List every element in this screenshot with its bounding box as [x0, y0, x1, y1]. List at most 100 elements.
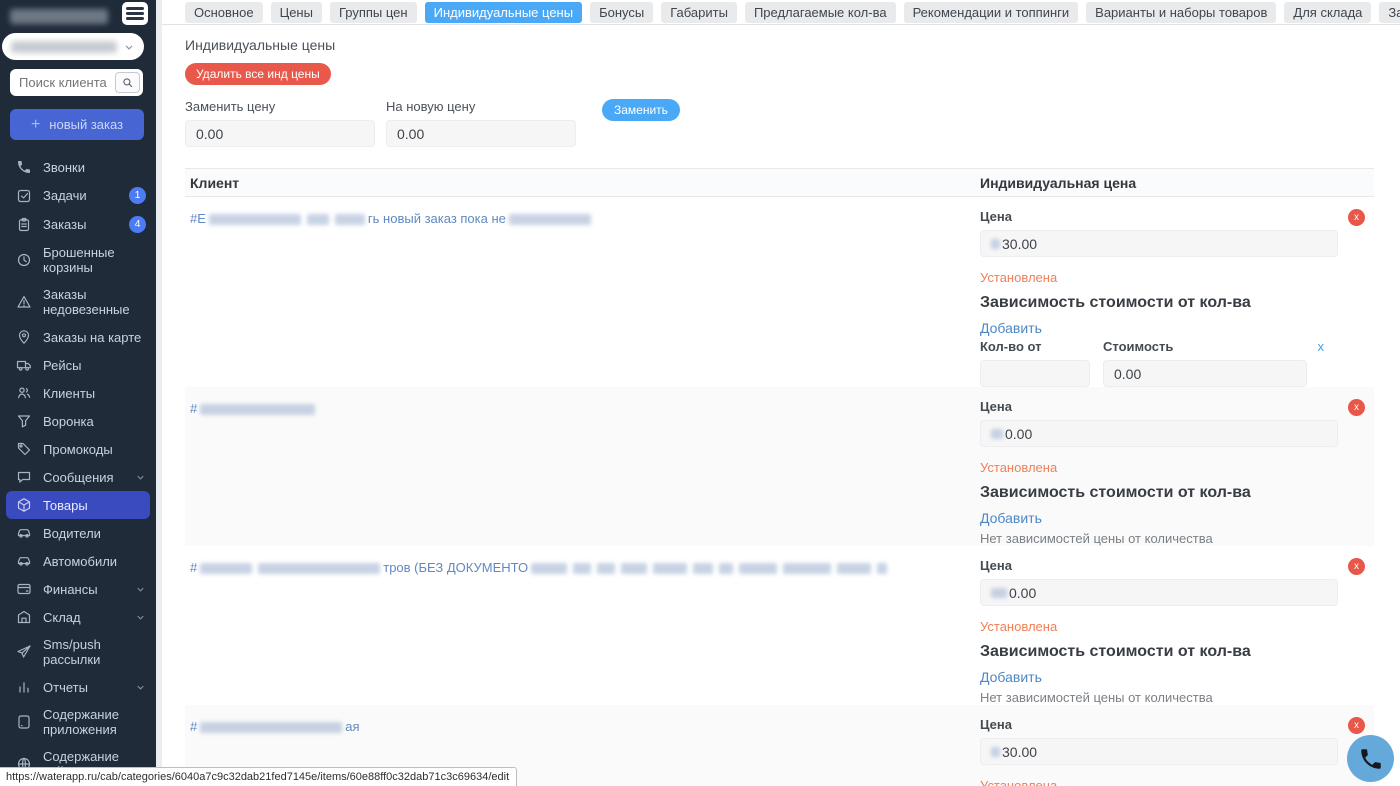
client-link[interactable]: #	[185, 387, 980, 546]
price-label: Цена	[980, 209, 1012, 224]
client-column-header: Клиент	[190, 174, 240, 191]
account-selector[interactable]	[2, 33, 144, 60]
orders-icon	[18, 217, 30, 231]
link-status-bar: https://waterapp.ru/cab/categories/6040a…	[0, 767, 518, 786]
redacted-text	[991, 746, 1000, 757]
tab-salary[interactable]: Зарплата	[1379, 1, 1400, 23]
sidebar-item-promocodes[interactable]: Промокоды	[0, 435, 156, 463]
section-title: Индивидуальные цены	[185, 37, 336, 53]
sidebar-item-orders[interactable]: Заказы 4	[0, 210, 156, 239]
main-area: Основное Цены Группы цен Индивидуальные …	[156, 0, 1400, 786]
sidebar-item-sms-push[interactable]: Sms/push рассылки	[0, 631, 156, 673]
tab-for-warehouse[interactable]: Для склада	[1284, 1, 1372, 23]
redacted-text	[739, 563, 778, 575]
delete-row-button[interactable]: x	[1348, 399, 1365, 416]
redacted-text	[334, 214, 365, 226]
client-link[interactable]: # тров (БЕЗ ДОКУМЕНТО	[185, 546, 980, 705]
map-pin-icon	[18, 330, 30, 344]
sidebar-item-calls[interactable]: Звонки	[0, 153, 156, 181]
sidebar-item-abandoned-carts[interactable]: Брошенные корзины	[0, 239, 156, 281]
redacted-text	[200, 404, 316, 416]
tab-dimensions[interactable]: Габариты	[661, 1, 737, 23]
sidebar-item-reports[interactable]: Отчеты	[0, 673, 156, 701]
sidebar-item-clients[interactable]: Клиенты	[0, 379, 156, 407]
menu-toggle-button[interactable]	[122, 2, 148, 25]
price-input[interactable]: 30.00	[980, 230, 1338, 257]
qty-from-label: Кол-во от	[980, 339, 1042, 354]
sidebar-item-warehouse[interactable]: Склад	[0, 603, 156, 631]
sidebar-item-messages[interactable]: Сообщения	[0, 463, 156, 491]
qty-from-input[interactable]	[980, 360, 1090, 387]
sidebar: + новый заказ Звонки Задачи 1 Заказы 4 Б…	[0, 0, 156, 786]
search-button[interactable]	[115, 72, 140, 93]
tab-variants-sets[interactable]: Варианты и наборы товаров	[1086, 1, 1277, 23]
plus-icon: +	[30, 115, 41, 133]
sidebar-item-trips[interactable]: Рейсы	[0, 351, 156, 379]
redacted-text	[991, 428, 1003, 439]
chevron-down-icon	[137, 475, 144, 480]
search-input[interactable]	[19, 75, 115, 90]
table-row: # x Цена 0.00 Установлена Зависимость ст…	[185, 387, 1374, 546]
car-icon	[17, 529, 31, 538]
warning-icon	[17, 296, 31, 308]
tab-recommendations[interactable]: Рекомендации и топпинги	[903, 1, 1079, 23]
sidebar-item-drivers[interactable]: Водители	[0, 519, 156, 547]
replace-price-input[interactable]	[185, 120, 375, 147]
price-input[interactable]: 30.00	[980, 738, 1338, 765]
add-dependency-link[interactable]: Добавить	[980, 320, 1042, 336]
delete-row-button[interactable]: x	[1348, 717, 1365, 734]
redacted-text	[208, 214, 301, 226]
price-input[interactable]: 0.00	[980, 420, 1338, 447]
dependency-title: Зависимость стоимости от кол-ва	[980, 294, 1251, 311]
tag-icon	[17, 442, 31, 456]
sidebar-item-cars[interactable]: Автомобили	[0, 547, 156, 575]
clock-icon	[17, 253, 31, 267]
call-fab-button[interactable]	[1347, 735, 1394, 782]
redacted-text	[306, 214, 329, 226]
tab-prices[interactable]: Цены	[270, 1, 322, 23]
price-cell: x Цена 30.00 Установлена Зависимость сто…	[980, 197, 1374, 387]
funnel-icon	[17, 415, 31, 428]
sidebar-item-app-content[interactable]: Содержание приложения	[0, 701, 156, 743]
price-label: Цена	[980, 558, 1012, 573]
price-cell: x Цена 30.00 Установлена Зависимость сто…	[980, 705, 1374, 786]
redacted-text	[258, 563, 381, 575]
price-label: Цена	[980, 399, 1012, 414]
cost-input[interactable]	[1103, 360, 1307, 387]
phone-icon	[18, 161, 30, 173]
app-icon	[18, 715, 30, 729]
sidebar-item-funnel[interactable]: Воронка	[0, 407, 156, 435]
tab-suggested-quantities[interactable]: Предлагаемые кол-ва	[744, 1, 896, 23]
tab-price-groups[interactable]: Группы цен	[329, 1, 417, 23]
sidebar-item-products[interactable]: Товары	[6, 491, 150, 519]
warehouse-icon	[17, 610, 31, 624]
remove-dependency-link[interactable]: x	[1318, 339, 1325, 354]
new-price-input[interactable]	[386, 120, 576, 147]
delete-all-individual-prices-button[interactable]: Удалить все инд цены	[185, 63, 331, 85]
sidebar-item-undelivered-orders[interactable]: Заказы недовезенные	[0, 281, 156, 323]
no-dependencies-text: Нет зависимостей цены от количества	[980, 531, 1213, 546]
sidebar-item-orders-on-map[interactable]: Заказы на карте	[0, 323, 156, 351]
tab-main[interactable]: Основное	[185, 1, 263, 23]
client-link[interactable]: #Е гь новый заказ пока не	[185, 197, 980, 387]
replace-price-label: Заменить цену	[185, 99, 276, 114]
new-order-button[interactable]: + новый заказ	[10, 109, 144, 140]
price-input[interactable]: 0.00	[980, 579, 1338, 606]
delete-row-button[interactable]: x	[1348, 209, 1365, 226]
replace-submit-button[interactable]: Заменить	[602, 99, 680, 121]
add-dependency-link[interactable]: Добавить	[980, 669, 1042, 685]
price-column-header: Индивидуальная цена	[980, 174, 1137, 191]
tab-bonuses[interactable]: Бонусы	[590, 1, 654, 23]
individual-prices-panel: Индивидуальные цены Удалить все инд цены…	[162, 25, 1400, 786]
redacted-text	[200, 722, 343, 734]
bar-chart-icon	[19, 682, 29, 693]
search-icon	[122, 77, 132, 87]
sidebar-item-tasks[interactable]: Задачи 1	[0, 181, 156, 210]
tab-individual-prices[interactable]: Индивидуальные цены	[424, 1, 583, 23]
credit-card-icon	[17, 583, 31, 595]
delete-row-button[interactable]: x	[1348, 558, 1365, 575]
redacted-text	[719, 563, 734, 575]
dependency-title: Зависимость стоимости от кол-ва	[980, 484, 1251, 501]
add-dependency-link[interactable]: Добавить	[980, 510, 1042, 526]
sidebar-item-finances[interactable]: Финансы	[0, 575, 156, 603]
